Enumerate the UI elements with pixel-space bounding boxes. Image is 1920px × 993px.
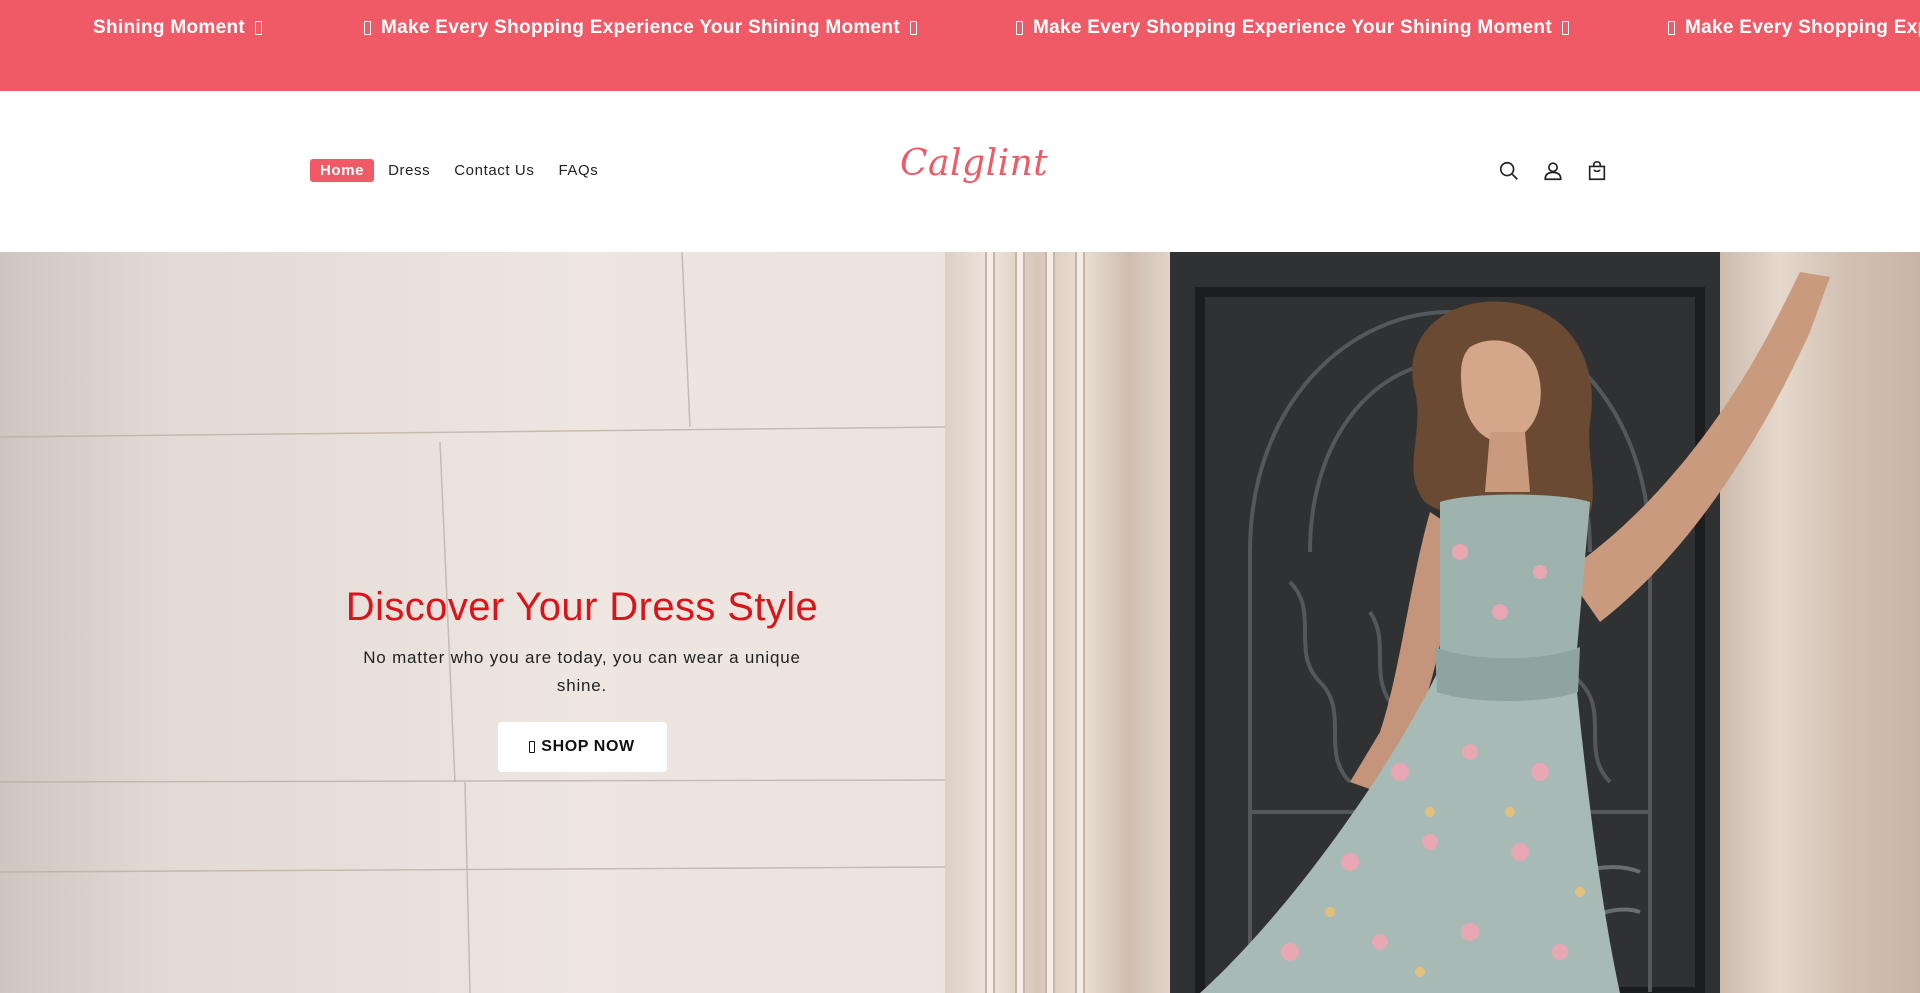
header-icons — [1498, 159, 1608, 183]
nav-dress[interactable]: Dress — [378, 159, 440, 182]
hero-subtitle: No matter who you are today, you can wea… — [363, 648, 801, 695]
hero-content: Discover Your Dress Style No matter who … — [330, 585, 834, 772]
announcement-item: Make Every Shopping Experience Your Shin… — [1016, 17, 1668, 39]
search-icon[interactable] — [1498, 159, 1520, 183]
model-image — [1200, 272, 1830, 993]
hero-banner: Discover Your Dress Style No matter who … — [0, 252, 1920, 993]
sparkle-icon — [364, 21, 371, 35]
announcement-item: Make Every Shopping Experience Your Shin… — [1668, 17, 1920, 39]
nav-contact-us[interactable]: Contact Us — [444, 159, 544, 182]
site-header: Home Dress Contact Us FAQs Calglint — [0, 91, 1920, 252]
announcement-lead-text: Shining Moment — [93, 17, 245, 38]
nav-faqs[interactable]: FAQs — [548, 159, 608, 182]
announcement-track: Shining Moment Make Every Shopping Exper… — [0, 0, 1920, 56]
site-logo[interactable]: Calglint — [900, 143, 1048, 184]
sparkle-icon — [255, 21, 262, 35]
announcement-text: Make Every Shopping Experience Your Shin… — [1033, 17, 1552, 38]
announcement-bar: Shining Moment Make Every Shopping Exper… — [0, 0, 1920, 91]
sparkle-icon — [1668, 21, 1675, 35]
main-nav: Home Dress Contact Us FAQs — [310, 159, 612, 182]
bag-icon — [529, 741, 536, 753]
sparkle-icon — [909, 21, 917, 35]
announcement-item: Shining Moment — [0, 17, 276, 39]
hero-title: Discover Your Dress Style — [345, 585, 819, 629]
announcement-text: Make Every Shopping Experience Your Shin… — [1685, 17, 1920, 38]
announcement-text: Make Every Shopping Experience Your Shin… — [381, 17, 900, 38]
nav-home[interactable]: Home — [310, 159, 375, 182]
announcement-item: Make Every Shopping Experience Your Shin… — [364, 17, 1016, 39]
sparkle-icon — [1016, 21, 1023, 35]
shop-now-button[interactable]: SHOP NOW — [497, 722, 667, 772]
cart-icon[interactable] — [1586, 159, 1608, 183]
shop-now-label: SHOP NOW — [541, 738, 635, 755]
account-icon[interactable] — [1542, 159, 1564, 183]
sparkle-icon — [1561, 21, 1569, 35]
